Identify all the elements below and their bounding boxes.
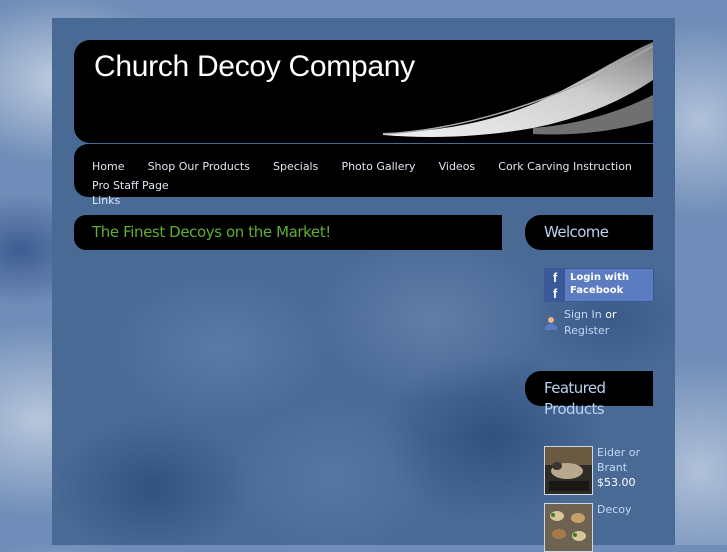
product-thumbnail[interactable]	[544, 446, 593, 495]
nav-item-pro-staff[interactable]: Pro Staff Page	[92, 178, 169, 193]
user-icon	[545, 317, 557, 330]
welcome-heading: Welcome	[544, 223, 609, 241]
site-title[interactable]: Church Decoy Company	[94, 50, 415, 84]
nav-item-links[interactable]: Links	[92, 193, 664, 208]
main-navigation: Home Shop Our Products Specials Photo Ga…	[74, 144, 653, 207]
page-container: Church Decoy Company Home Shop Our Produ…	[52, 18, 675, 552]
nav-item-shop[interactable]: Shop Our Products	[148, 159, 250, 174]
sign-in-link[interactable]: Sign In	[564, 308, 602, 321]
facebook-login-button[interactable]: f f Login with Facebook	[544, 268, 654, 302]
content-heading: The Finest Decoys on the Market!	[92, 223, 331, 241]
or-text: or	[605, 308, 617, 321]
content-heading-bar: The Finest Decoys on the Market!	[74, 215, 502, 250]
welcome-heading-bar: Welcome	[525, 215, 653, 250]
product-price: $53.00	[597, 476, 636, 489]
site-header: Church Decoy Company	[74, 40, 653, 143]
nav-item-cork-carving[interactable]: Cork Carving Instruction	[498, 159, 632, 174]
nav-item-specials[interactable]: Specials	[273, 159, 318, 174]
feather-image	[383, 42, 653, 137]
register-link[interactable]: Register	[564, 324, 609, 337]
product-name-link[interactable]: Decoy	[597, 502, 657, 517]
nav-item-photo-gallery[interactable]: Photo Gallery	[341, 159, 415, 174]
nav-item-home[interactable]: Home	[92, 159, 124, 174]
featured-products-heading-bar: Featured Products	[525, 371, 653, 418]
featured-products-heading: Featured Products	[544, 379, 606, 418]
facebook-login-label: Login with Facebook	[570, 272, 629, 296]
nav-item-videos[interactable]: Videos	[439, 159, 476, 174]
facebook-icon: f f	[545, 269, 565, 301]
product-name-link[interactable]: Eider or Brant	[597, 445, 657, 475]
